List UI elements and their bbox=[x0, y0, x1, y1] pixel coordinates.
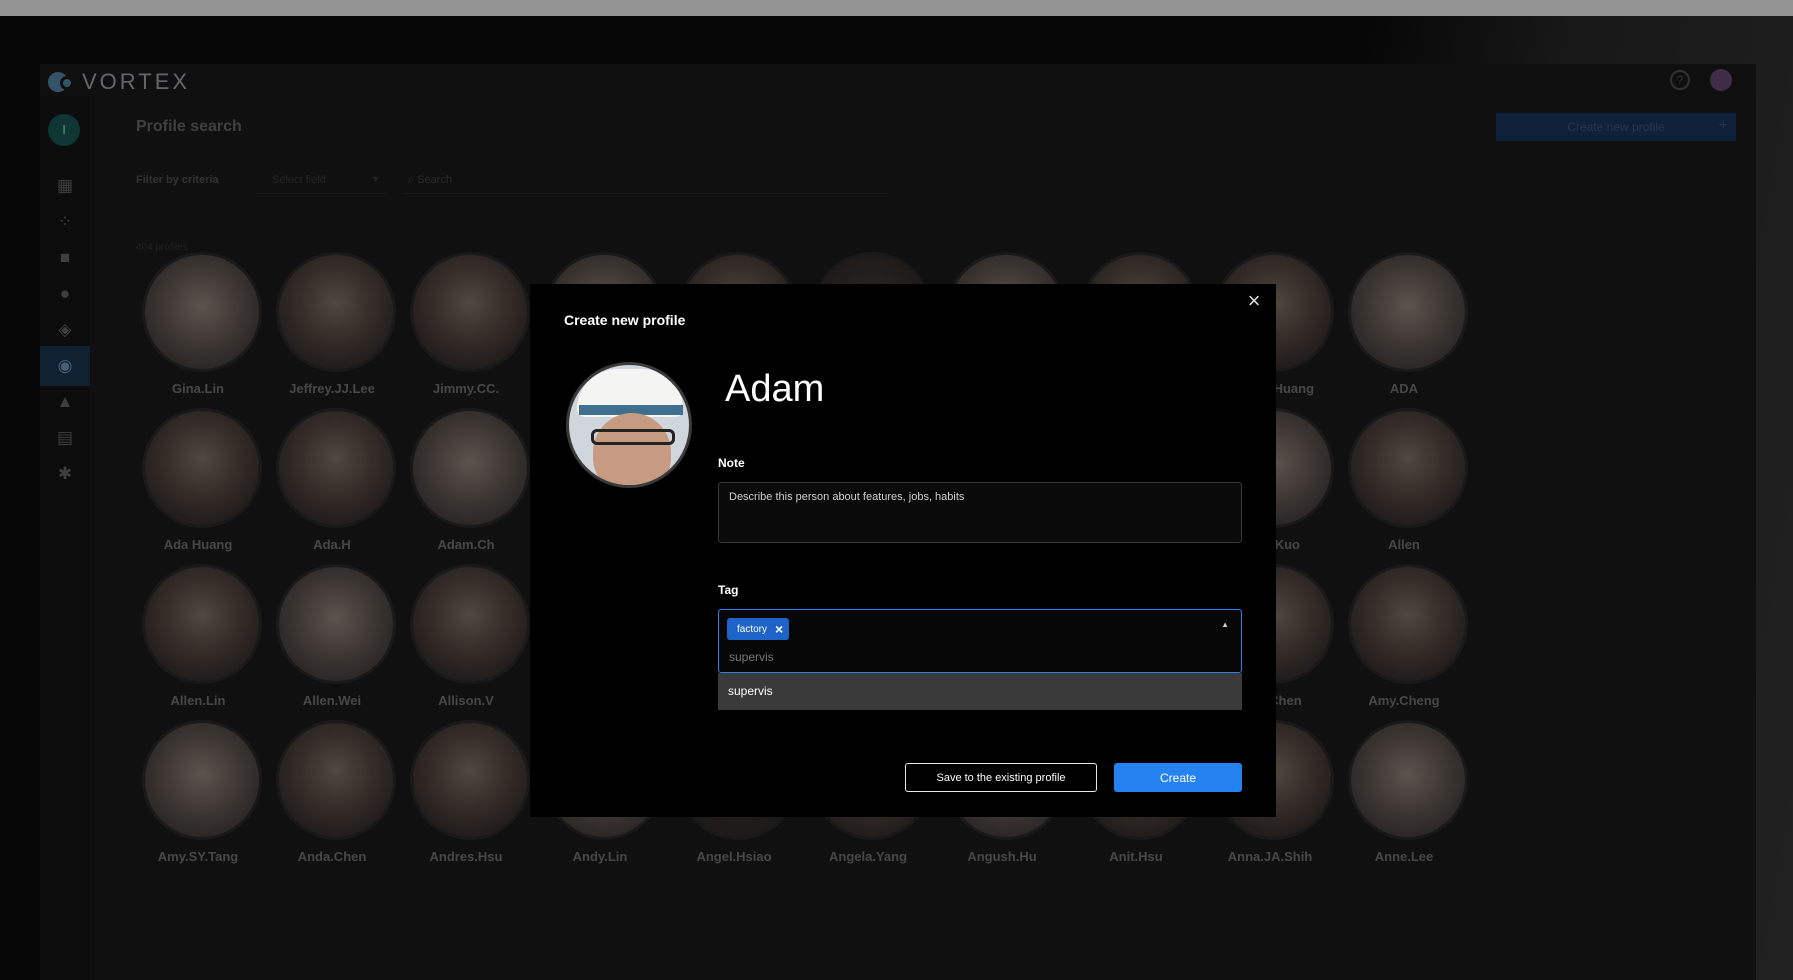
tag-label: Tag bbox=[718, 583, 739, 597]
profile-name: Adam bbox=[725, 368, 825, 410]
profile-photo bbox=[566, 362, 692, 488]
close-icon[interactable]: × bbox=[1242, 290, 1266, 314]
note-label: Note bbox=[718, 456, 745, 470]
tag-chip-factory: factory × bbox=[727, 618, 790, 640]
tag-input[interactable] bbox=[729, 650, 1149, 664]
create-profile-dialog: Create new profile × Adam Note Describe … bbox=[530, 284, 1276, 817]
chevron-up-icon[interactable]: ▲ bbox=[1221, 620, 1229, 629]
create-button[interactable]: Create bbox=[1114, 763, 1242, 792]
save-to-existing-button[interactable]: Save to the existing profile bbox=[905, 763, 1097, 792]
note-placeholder: Describe this person about features, job… bbox=[729, 491, 965, 503]
note-textarea[interactable]: Describe this person about features, job… bbox=[718, 482, 1242, 543]
dialog-title: Create new profile bbox=[564, 312, 686, 328]
tag-suggestion-item[interactable]: supervis bbox=[718, 673, 1242, 710]
tag-select[interactable]: factory × ▲ bbox=[718, 609, 1242, 673]
chip-remove-icon[interactable]: × bbox=[775, 621, 783, 637]
tag-chip-label: factory bbox=[737, 623, 768, 635]
